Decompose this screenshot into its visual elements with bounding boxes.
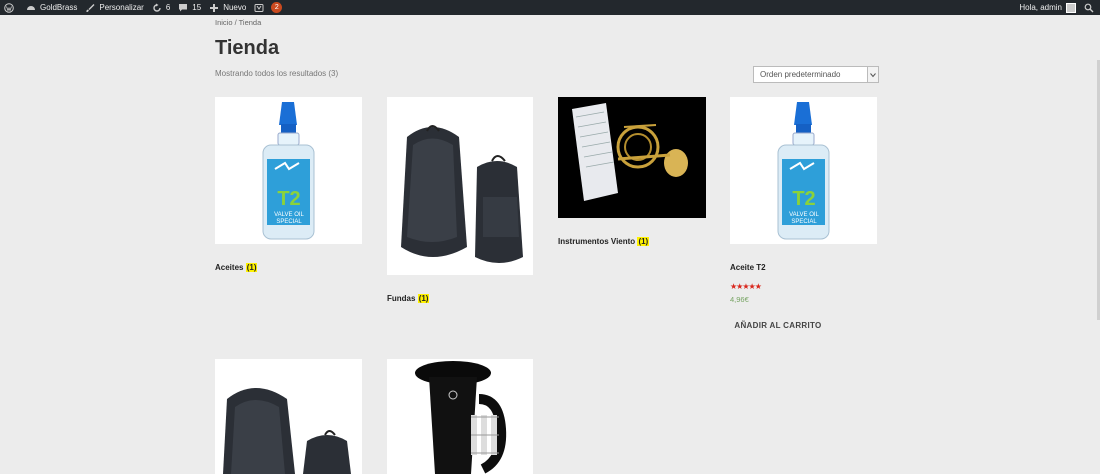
- yoast-icon: [254, 3, 264, 12]
- breadcrumb[interactable]: Inicio / Tienda: [215, 18, 261, 27]
- dashboard-icon: [27, 5, 35, 10]
- category-image-aceites[interactable]: T2 VALVE OIL SPECIAL: [215, 97, 362, 244]
- account-greeting[interactable]: Hola, admin: [1019, 0, 1062, 15]
- svg-text:T2: T2: [277, 188, 300, 210]
- category-count: (1): [245, 263, 258, 272]
- comments-link[interactable]: 15: [178, 0, 201, 15]
- product-image-tuba[interactable]: [387, 359, 533, 474]
- updates-link[interactable]: 6: [152, 0, 170, 15]
- wordpress-icon: [4, 2, 14, 13]
- updates-icon: [153, 3, 161, 12]
- seo-menu[interactable]: 2: [254, 2, 283, 13]
- updates-count: 6: [165, 3, 171, 12]
- new-content-menu[interactable]: Nuevo: [209, 0, 246, 15]
- svg-text:SPECIAL: SPECIAL: [791, 219, 817, 225]
- wordpress-logo-menu[interactable]: [4, 2, 18, 13]
- star-rating: ★★★★★: [730, 282, 762, 291]
- category-title-fundas[interactable]: Fundas (1): [387, 294, 430, 303]
- svg-text:T2: T2: [792, 188, 815, 210]
- new-label: Nuevo: [223, 3, 247, 12]
- avatar[interactable]: [1066, 2, 1076, 13]
- svg-text:SPECIAL: SPECIAL: [276, 219, 302, 225]
- product-image-funda[interactable]: [215, 359, 362, 474]
- category-name: Aceites: [215, 263, 244, 272]
- add-to-cart-button[interactable]: AÑADIR AL CARRITO: [730, 318, 826, 333]
- page-title: Tienda: [215, 37, 280, 59]
- category-count: (1): [417, 294, 430, 303]
- category-name: Instrumentos Viento: [558, 237, 636, 246]
- category-name: Fundas: [387, 294, 416, 303]
- site-name-menu[interactable]: GoldBrass: [26, 0, 77, 15]
- result-count: Mostrando todos los resultados (3): [215, 69, 339, 78]
- category-image-instrumentos-viento[interactable]: [558, 97, 706, 218]
- chevron-down-icon: [867, 67, 878, 82]
- comments-count: 15: [192, 3, 202, 12]
- admin-bar: GoldBrass Personalizar 6 15 Nuevo 2 Hola…: [0, 0, 1100, 15]
- product-image-aceite-t2[interactable]: T2 VALVE OIL SPECIAL: [730, 97, 877, 244]
- orderby-select[interactable]: Orden predeterminado: [753, 66, 879, 83]
- product-price: 4,96€: [730, 295, 749, 304]
- brush-icon: [86, 3, 95, 12]
- category-count: (1): [637, 237, 650, 246]
- svg-text:VALVE OIL: VALVE OIL: [789, 212, 819, 218]
- orderby-selected-value: Orden predeterminado: [760, 70, 841, 79]
- customize-link[interactable]: Personalizar: [85, 0, 144, 15]
- category-title-instrumentos-viento[interactable]: Instrumentos Viento (1): [558, 237, 650, 246]
- search-icon[interactable]: [1084, 3, 1094, 13]
- svg-text:VALVE OIL: VALVE OIL: [274, 212, 304, 218]
- seo-notification-badge: 2: [271, 2, 283, 13]
- site-name-label: GoldBrass: [40, 3, 78, 12]
- customize-label: Personalizar: [99, 3, 144, 12]
- category-image-fundas[interactable]: [387, 97, 533, 275]
- category-title-aceites[interactable]: Aceites (1): [215, 263, 258, 272]
- product-title[interactable]: Aceite T2: [730, 263, 766, 272]
- comment-icon: [179, 3, 188, 11]
- plus-icon: [210, 3, 219, 12]
